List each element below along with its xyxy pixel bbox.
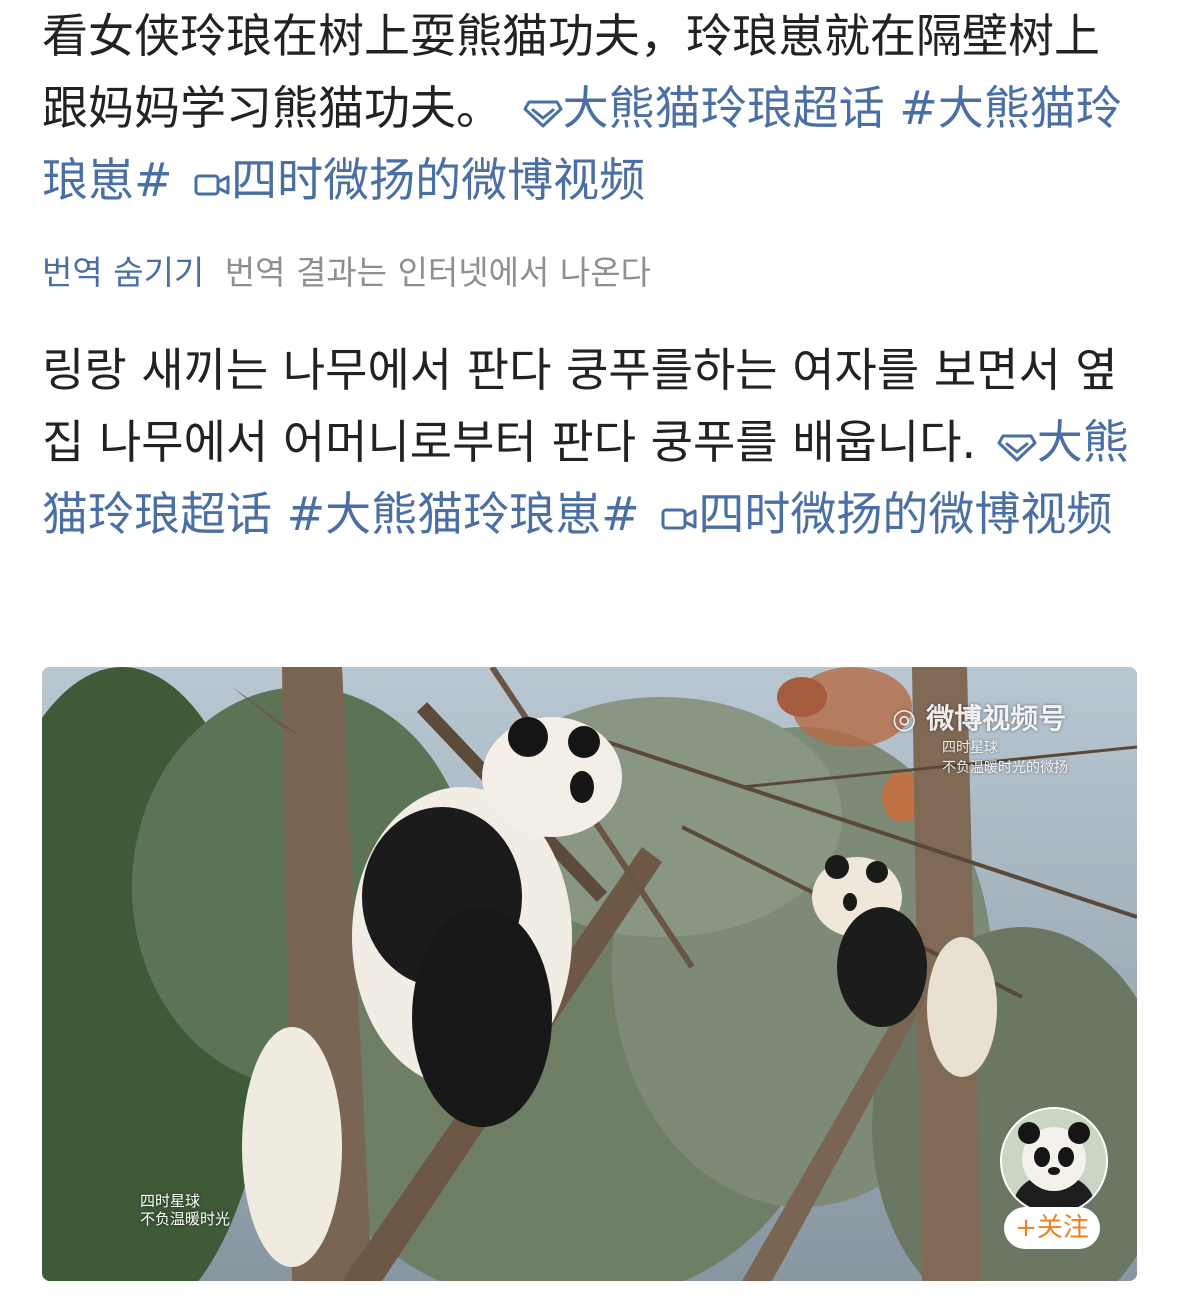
avatar[interactable] [1000, 1107, 1108, 1215]
translation-bar: 번역 숨기기 번역 결과는 인터넷에서 나온다 [42, 250, 651, 296]
watermark-logo-text: 微博视频号 [926, 702, 1067, 735]
original-supertopic-link[interactable]: 大熊猫玲琅超话 [517, 81, 900, 135]
watermark-right-line2: 不负温暖时光的微扬 [942, 760, 1068, 776]
watermark-bottom-left: 四时星球 不负温暖时光 [140, 1192, 230, 1228]
hide-translation-button[interactable]: 번역 숨기기 [42, 253, 204, 292]
translated-video-link[interactable]: 四时微扬的微博视频 [654, 487, 1112, 541]
video-camera-icon [660, 504, 698, 534]
original-video-label: 四时微扬的微博视频 [231, 153, 646, 207]
panda-avatar-image [1002, 1109, 1106, 1213]
watermark-right-line1: 四时星球 [942, 740, 998, 756]
original-video-link[interactable]: 四时微扬的微博视频 [187, 153, 645, 207]
diamond-icon [523, 98, 563, 128]
weibo-logo-icon: ◎ [892, 702, 917, 735]
original-supertopic-label: 大熊猫玲琅超话 [562, 81, 885, 135]
video-player[interactable]: 四时星球 不负温暖时光 ◎ 微博视频号 四时星球 不负温暖时光的微扬 +关注 [42, 667, 1137, 1281]
translated-hashtag-link[interactable]: #大熊猫玲琅崽# [287, 487, 640, 541]
watermark-top-right: ◎ 微博视频号 四时星球 不负温暖时光的微扬 [892, 697, 1068, 777]
diamond-icon [997, 432, 1037, 462]
follow-button[interactable]: +关注 [1004, 1207, 1100, 1249]
translated-video-label: 四时微扬的微博视频 [698, 487, 1113, 541]
translation-source-note: 번역 결과는 인터넷에서 나온다 [224, 253, 651, 292]
video-camera-icon [193, 170, 231, 200]
watermark-left-line1: 四时星球 [140, 1192, 201, 1210]
weibo-video-logo: ◎ 微博视频号 [892, 697, 1068, 737]
translated-post-text: 링랑 새끼는 나무에서 판다 쿵푸를하는 여자를 보면서 옆집 나무에서 어머니… [42, 334, 1137, 550]
original-post-text: 看女侠玲琅在树上耍熊猫功夫，玲琅崽就在隔壁树上跟妈妈学习熊猫功夫。 大熊猫玲琅超… [42, 0, 1137, 216]
translated-post-body: 링랑 새끼는 나무에서 판다 쿵푸를하는 여자를 보면서 옆집 나무에서 어머니… [42, 343, 1118, 469]
watermark-left-line2: 不负温暖时光 [140, 1210, 231, 1228]
